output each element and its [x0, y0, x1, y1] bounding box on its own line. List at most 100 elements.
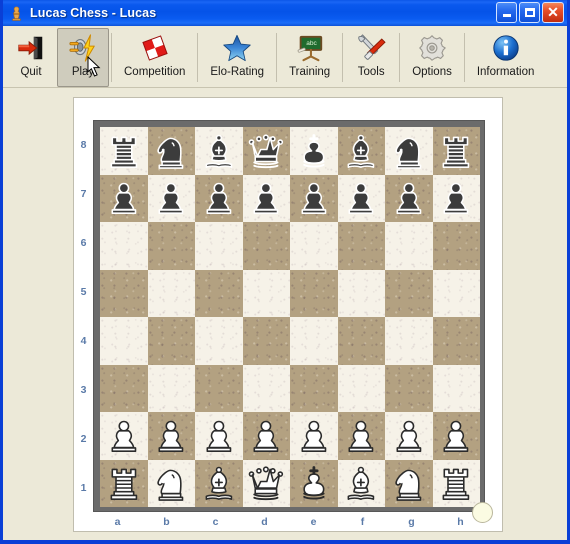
- rank-label: 7: [80, 187, 87, 200]
- square-c6-empty[interactable]: [195, 222, 243, 270]
- toolbar-button-options[interactable]: Options: [402, 28, 462, 87]
- toolbar-separator: [276, 33, 278, 82]
- chessboard-panel: 8 7 6 5 4 3 2 1 a b c d e f g h: [73, 97, 503, 532]
- toolbar-button-quit[interactable]: Quit: [5, 28, 57, 87]
- square-f7-black-pawn[interactable]: [337, 174, 385, 222]
- square-h8-black-rook[interactable]: [432, 127, 480, 175]
- square-h4-empty[interactable]: [432, 317, 480, 365]
- square-f4-empty[interactable]: [337, 317, 385, 365]
- square-e8-black-king[interactable]: [290, 127, 338, 175]
- square-b1-white-knight[interactable]: [147, 459, 195, 507]
- square-c3-empty[interactable]: [195, 364, 243, 412]
- toolbar-label-play: Play: [71, 66, 95, 78]
- square-f3-empty[interactable]: [337, 364, 385, 412]
- square-d2-white-pawn[interactable]: [242, 412, 290, 460]
- chessboard-grid[interactable]: [100, 127, 480, 507]
- toolbar-button-tools[interactable]: Tools: [345, 28, 397, 87]
- square-e1-white-king[interactable]: [290, 459, 338, 507]
- square-c4-empty[interactable]: [195, 317, 243, 365]
- square-e4-empty[interactable]: [290, 317, 338, 365]
- red-checker-diamond-icon: [139, 32, 171, 64]
- square-b2-white-pawn[interactable]: [147, 412, 195, 460]
- square-c5-empty[interactable]: [195, 269, 243, 317]
- square-d8-black-queen[interactable]: [242, 127, 290, 175]
- square-d7-black-pawn[interactable]: [242, 174, 290, 222]
- toolbar-button-elo-rating[interactable]: Elo-Rating: [200, 28, 274, 87]
- file-label: a: [114, 516, 121, 528]
- toolbar-button-training[interactable]: abc Training: [279, 28, 340, 87]
- square-e7-black-pawn[interactable]: [290, 174, 338, 222]
- square-d5-empty[interactable]: [242, 269, 290, 317]
- toolbar-button-information[interactable]: Information: [467, 28, 545, 87]
- square-b5-empty[interactable]: [147, 269, 195, 317]
- toolbar-button-competition[interactable]: Competition: [114, 28, 195, 87]
- square-f6-empty[interactable]: [337, 222, 385, 270]
- square-h1-white-rook[interactable]: [432, 459, 480, 507]
- square-a1-white-rook[interactable]: [100, 459, 148, 507]
- chess-pawn-icon: [8, 5, 25, 22]
- window-title: Lucas Chess - Lucas: [30, 6, 157, 20]
- toolbar-separator: [197, 33, 199, 82]
- title-bar[interactable]: Lucas Chess - Lucas ✕: [3, 0, 567, 26]
- square-g5-empty[interactable]: [385, 269, 433, 317]
- square-a4-empty[interactable]: [100, 317, 148, 365]
- square-b6-empty[interactable]: [147, 222, 195, 270]
- square-g6-empty[interactable]: [385, 222, 433, 270]
- toolbar-label-competition: Competition: [124, 66, 186, 78]
- square-a8-black-rook[interactable]: [100, 127, 148, 175]
- square-f2-white-pawn[interactable]: [337, 412, 385, 460]
- file-label: c: [212, 516, 219, 528]
- square-h3-empty[interactable]: [432, 364, 480, 412]
- square-g1-white-knight[interactable]: [385, 459, 433, 507]
- square-d6-empty[interactable]: [242, 222, 290, 270]
- square-d1-white-queen[interactable]: [242, 459, 290, 507]
- file-label: b: [163, 516, 170, 528]
- square-f8-black-bishop[interactable]: [337, 127, 385, 175]
- square-h2-white-pawn[interactable]: [432, 412, 480, 460]
- square-b7-black-pawn[interactable]: [147, 174, 195, 222]
- square-h5-empty[interactable]: [432, 269, 480, 317]
- toolbar-label-quit: Quit: [20, 66, 42, 78]
- close-button[interactable]: ✕: [542, 2, 564, 23]
- square-a7-black-pawn[interactable]: [100, 174, 148, 222]
- toolbar-separator: [342, 33, 344, 82]
- toolbar-separator: [463, 33, 465, 82]
- square-a5-empty[interactable]: [100, 269, 148, 317]
- square-h7-black-pawn[interactable]: [432, 174, 480, 222]
- square-h6-empty[interactable]: [432, 222, 480, 270]
- turn-indicator[interactable]: [472, 502, 493, 523]
- square-g8-black-knight[interactable]: [385, 127, 433, 175]
- square-e6-empty[interactable]: [290, 222, 338, 270]
- square-c7-black-pawn[interactable]: [195, 174, 243, 222]
- square-f5-empty[interactable]: [337, 269, 385, 317]
- file-label: d: [261, 516, 268, 528]
- square-c8-black-bishop[interactable]: [195, 127, 243, 175]
- square-c2-white-pawn[interactable]: [195, 412, 243, 460]
- toolbar-label-training: Training: [289, 66, 331, 78]
- square-e5-empty[interactable]: [290, 269, 338, 317]
- square-f1-white-bishop[interactable]: [337, 459, 385, 507]
- square-e3-empty[interactable]: [290, 364, 338, 412]
- square-b3-empty[interactable]: [147, 364, 195, 412]
- square-b8-black-knight[interactable]: [147, 127, 195, 175]
- square-a3-empty[interactable]: [100, 364, 148, 412]
- toolbar-label-elo-rating: Elo-Rating: [210, 66, 265, 78]
- square-a2-white-pawn[interactable]: [100, 412, 148, 460]
- file-label: g: [408, 516, 415, 528]
- square-g2-white-pawn[interactable]: [385, 412, 433, 460]
- square-g4-empty[interactable]: [385, 317, 433, 365]
- toolbar-button-play[interactable]: Play: [57, 28, 109, 87]
- square-c1-white-bishop[interactable]: [195, 459, 243, 507]
- maximize-button[interactable]: [519, 2, 540, 23]
- square-d4-empty[interactable]: [242, 317, 290, 365]
- toolbar-label-options: Options: [412, 66, 452, 78]
- square-b4-empty[interactable]: [147, 317, 195, 365]
- exit-door-arrow-icon: [15, 32, 47, 64]
- square-g3-empty[interactable]: [385, 364, 433, 412]
- square-a6-empty[interactable]: [100, 222, 148, 270]
- minimize-button[interactable]: [496, 2, 517, 23]
- square-g7-black-pawn[interactable]: [385, 174, 433, 222]
- square-d3-empty[interactable]: [242, 364, 290, 412]
- square-e2-white-pawn[interactable]: [290, 412, 338, 460]
- file-label: e: [310, 516, 317, 528]
